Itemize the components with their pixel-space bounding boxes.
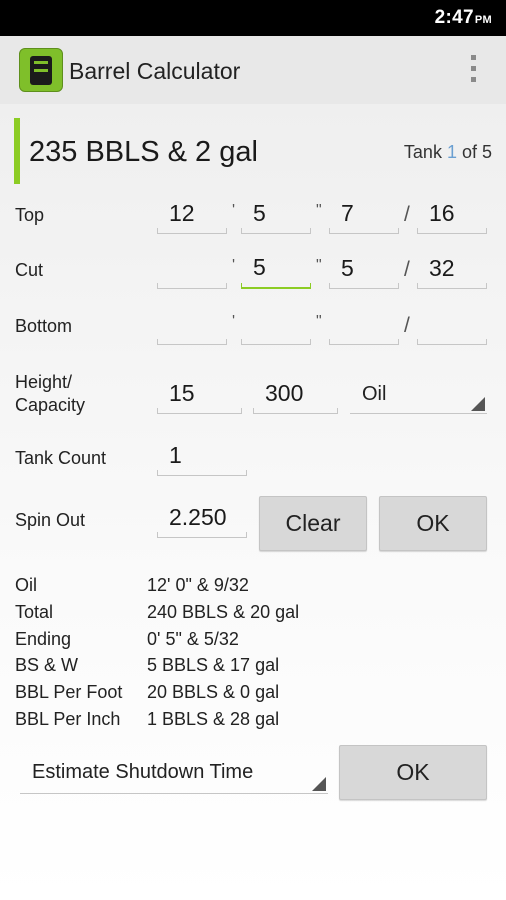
height-label: Height/ — [15, 372, 73, 392]
top-feet-value: 12 — [169, 200, 195, 226]
tank-counter[interactable]: Tank 1 of 5 — [404, 142, 492, 163]
tank-total: 235 BBLS & 2 gal — [29, 136, 258, 168]
result-total-value: 240 BBLS & 20 gal — [147, 602, 300, 622]
top-feet-input[interactable]: 12 — [157, 200, 227, 234]
tank-accent-bar — [14, 118, 20, 184]
top-inches-mark: " — [316, 202, 322, 219]
cut-denominator-input[interactable]: 32 — [417, 255, 487, 289]
tank-count-label: Tank Count — [15, 448, 107, 468]
capacity-value: 300 — [265, 380, 304, 406]
cut-numerator-input[interactable]: 5 — [329, 255, 399, 289]
result-bbl-per-foot-label: BBL Per Foot — [15, 682, 123, 702]
overflow-menu-icon[interactable] — [468, 55, 478, 87]
top-denominator-input[interactable]: 16 — [417, 200, 487, 234]
top-inches-input[interactable]: 5 — [241, 200, 311, 234]
bottom-label: Bottom — [15, 316, 73, 336]
tank-count-input[interactable]: 1 — [157, 442, 247, 476]
result-ending-value: 0' 5" & 5/32 — [147, 629, 239, 649]
result-bsw-label: BS & W — [15, 655, 79, 675]
spin-out-value: 2.250 — [169, 504, 227, 530]
estimate-ok-button[interactable]: OK — [339, 745, 487, 800]
status-time-value: 2:47 — [434, 7, 474, 28]
capacity-input[interactable]: 300 — [253, 380, 338, 414]
height-value: 15 — [169, 380, 195, 406]
cut-inches-value: 5 — [253, 254, 266, 280]
result-total-label: Total — [15, 602, 54, 622]
dropdown-triangle-icon — [471, 397, 485, 411]
result-bbl-per-foot-value: 20 BBLS & 0 gal — [147, 682, 280, 702]
cut-numerator-value: 5 — [341, 255, 354, 281]
cut-denominator-value: 32 — [429, 255, 455, 281]
cut-slash: / — [404, 258, 410, 281]
result-bsw-value: 5 BBLS & 17 gal — [147, 655, 280, 675]
result-bbl-per-inch-label: BBL Per Inch — [15, 709, 121, 729]
dropdown-triangle-icon — [312, 777, 326, 791]
bottom-inches-input[interactable] — [241, 311, 311, 345]
bottom-numerator-input[interactable] — [329, 311, 399, 345]
result-oil-value: 12' 0" & 9/32 — [147, 575, 249, 595]
status-time-ampm: PM — [474, 14, 492, 26]
height-input[interactable]: 15 — [157, 380, 242, 414]
status-bar: 2:47PM — [0, 0, 506, 36]
cut-feet-mark: ' — [232, 257, 236, 274]
bottom-denominator-input[interactable] — [417, 311, 487, 345]
bottom-inches-mark: " — [316, 313, 322, 330]
top-denominator-value: 16 — [429, 200, 455, 226]
top-numerator-input[interactable]: 7 — [329, 200, 399, 234]
ok-button[interactable]: OK — [379, 496, 487, 551]
tank-counter-index: 1 — [446, 142, 457, 162]
cut-inches-input[interactable]: 5 — [241, 254, 311, 289]
estimate-dropdown[interactable]: Estimate Shutdown Time — [20, 758, 328, 794]
tank-counter-suffix: of 5 — [456, 142, 492, 162]
top-slash: / — [404, 203, 410, 226]
bottom-feet-mark: ' — [232, 313, 236, 330]
result-oil-label: Oil — [15, 575, 37, 595]
fluid-dropdown[interactable]: Oil — [350, 380, 487, 414]
cut-feet-input[interactable] — [157, 255, 227, 289]
fluid-selected: Oil — [362, 383, 387, 405]
clear-button[interactable]: Clear — [259, 496, 367, 551]
estimate-selected: Estimate Shutdown Time — [32, 761, 254, 783]
top-label: Top — [15, 205, 45, 225]
cut-inches-mark: " — [316, 257, 322, 274]
height-capacity-label: Height/Capacity — [15, 371, 85, 417]
tank-counter-prefix: Tank — [403, 142, 447, 162]
spin-out-input[interactable]: 2.250 — [157, 504, 247, 538]
top-feet-mark: ' — [232, 202, 236, 219]
bottom-slash: / — [404, 314, 410, 337]
top-numerator-value: 7 — [341, 200, 354, 226]
result-ending-label: Ending — [15, 629, 72, 649]
result-bbl-per-inch-value: 1 BBLS & 28 gal — [147, 709, 280, 729]
capacity-label: Capacity — [15, 395, 86, 415]
cut-label: Cut — [15, 260, 44, 280]
tank-count-value: 1 — [169, 442, 182, 468]
bottom-feet-input[interactable] — [157, 311, 227, 345]
status-time: 2:47PM — [435, 7, 492, 29]
top-inches-value: 5 — [253, 200, 266, 226]
barrel-app-icon — [19, 48, 63, 92]
action-bar: Barrel Calculator — [0, 36, 506, 104]
spin-out-label: Spin Out — [15, 510, 86, 530]
app-title: Barrel Calculator — [69, 58, 241, 84]
